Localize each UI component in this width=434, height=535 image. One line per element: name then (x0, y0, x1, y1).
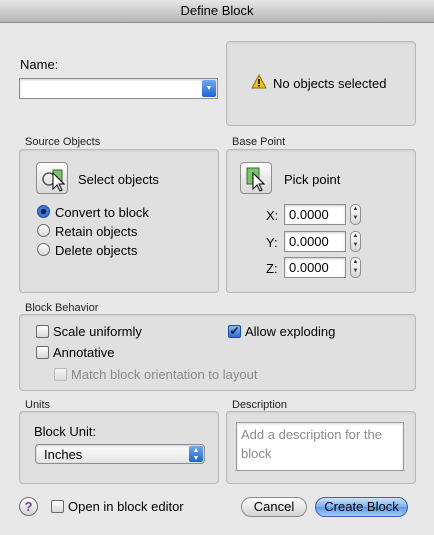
block-behavior-title: Block Behavior (25, 302, 99, 314)
y-stepper[interactable]: ▲ ▼ (350, 231, 361, 252)
block-unit-value: Inches (44, 447, 83, 462)
create-block-button[interactable]: Create Block (315, 497, 408, 517)
match-orientation-checkbox[interactable] (54, 368, 67, 381)
chevron-down-icon[interactable]: ▼ (202, 80, 216, 97)
source-objects-title: Source Objects (25, 136, 101, 148)
annotative-label: Annotative (53, 345, 115, 360)
convert-to-block-label: Convert to block (55, 205, 149, 220)
y-label: Y: (266, 235, 278, 250)
pick-point-icon (246, 167, 266, 192)
x-field[interactable]: 0.0000 (284, 204, 346, 225)
block-unit-label: Block Unit: (34, 424, 97, 439)
pick-point-label: Pick point (284, 172, 341, 187)
description-title: Description (232, 399, 288, 411)
x-stepper[interactable]: ▲ ▼ (350, 204, 361, 225)
window-title: Define Block (180, 3, 254, 18)
select-objects-button[interactable] (36, 162, 68, 194)
allow-exploding-checkbox[interactable]: ✔ (228, 325, 241, 338)
radio-convert-to-block[interactable] (37, 205, 50, 218)
cancel-button[interactable]: Cancel (241, 497, 307, 517)
select-objects-icon (42, 169, 66, 192)
select-objects-label: Select objects (78, 172, 159, 187)
updown-arrows-icon: ▲ ▼ (189, 446, 203, 462)
block-preview: No objects selected (226, 41, 416, 126)
match-orientation-label: Match block orientation to layout (71, 367, 258, 382)
pick-point-button[interactable] (240, 162, 272, 194)
open-in-editor-checkbox[interactable] (51, 500, 64, 513)
retain-objects-label: Retain objects (55, 224, 138, 239)
open-in-editor-label: Open in block editor (68, 499, 184, 514)
z-stepper[interactable]: ▲ ▼ (350, 257, 361, 278)
scale-uniformly-label: Scale uniformly (53, 324, 142, 339)
radio-delete-objects[interactable] (37, 243, 50, 256)
x-label: X: (266, 208, 279, 223)
base-point-title: Base Point (232, 136, 286, 148)
allow-exploding-label: Allow exploding (245, 324, 336, 339)
help-icon: ? (24, 499, 33, 514)
checkmark-icon: ✔ (229, 324, 240, 338)
units-title: Units (25, 399, 51, 411)
description-textarea[interactable]: Add a description for the block (236, 422, 404, 471)
y-field[interactable]: 0.0000 (284, 231, 346, 252)
preview-message: No objects selected (273, 76, 387, 91)
warning-icon (251, 73, 267, 92)
z-label: Z: (266, 261, 278, 276)
help-button[interactable]: ? (19, 497, 38, 516)
delete-objects-label: Delete objects (55, 243, 138, 258)
radio-retain-objects[interactable] (37, 224, 50, 237)
scale-uniformly-checkbox[interactable] (36, 325, 49, 338)
z-field[interactable]: 0.0000 (284, 257, 346, 278)
name-combobox[interactable]: ▼ (19, 78, 218, 99)
name-label: Name: (20, 57, 59, 72)
block-unit-select[interactable]: Inches ▲ ▼ (35, 444, 205, 464)
window-title-bar[interactable]: Define Block (0, 0, 434, 23)
annotative-checkbox[interactable] (36, 346, 49, 359)
